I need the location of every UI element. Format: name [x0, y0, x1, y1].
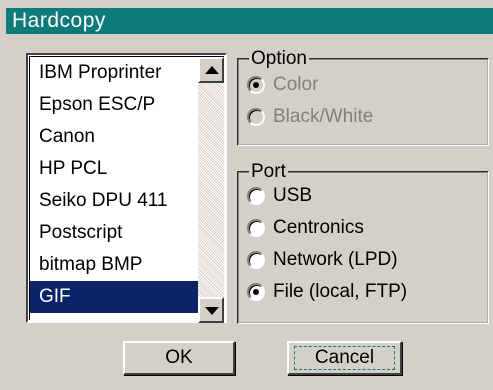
option-group: Option Color Black/White — [237, 48, 489, 146]
radio-color[interactable]: Color — [247, 72, 318, 98]
printer-list: IBM Proprinter Epson ESC/P Canon HP PCL … — [30, 57, 199, 323]
radio-black-white[interactable]: Black/White — [247, 104, 373, 130]
radio-label: Network (LPD) — [273, 249, 398, 270]
cancel-button[interactable]: Cancel — [287, 341, 402, 375]
radio-label: Black/White — [273, 106, 374, 127]
radio-label: Color — [273, 74, 319, 95]
radio-button-icon — [247, 76, 265, 94]
arrow-down-icon — [205, 307, 219, 315]
radio-label: USB — [273, 185, 313, 206]
title-bar: Hardcopy — [6, 8, 493, 34]
ok-button[interactable]: OK — [123, 341, 235, 375]
list-item[interactable]: Seiko DPU 411 — [30, 185, 199, 217]
port-group-label: Port — [249, 161, 288, 183]
list-item[interactable]: HP PCL — [30, 153, 199, 185]
radio-label: File (local, FTP) — [273, 281, 408, 302]
radio-button-icon — [247, 108, 265, 126]
list-item[interactable]: Canon — [30, 121, 199, 153]
list-item-selected[interactable]: GIF — [30, 281, 199, 313]
listbox-frame: IBM Proprinter Epson ESC/P Canon HP PCL … — [29, 56, 224, 323]
radio-file[interactable]: File (local, FTP) — [247, 279, 407, 305]
radio-button-icon — [247, 187, 265, 205]
list-scrollbar[interactable] — [198, 57, 224, 323]
list-item[interactable]: Postscript — [30, 217, 199, 249]
scroll-up-button[interactable] — [198, 57, 224, 83]
printer-listbox[interactable]: IBM Proprinter Epson ESC/P Canon HP PCL … — [26, 53, 227, 323]
radio-button-icon — [247, 251, 265, 269]
radio-network-lpd[interactable]: Network (LPD) — [247, 247, 398, 273]
option-group-label: Option — [249, 48, 309, 70]
radio-button-icon — [247, 283, 265, 301]
cancel-button-label: Cancel — [314, 347, 375, 368]
radio-usb[interactable]: USB — [247, 183, 312, 209]
hardcopy-dialog: Hardcopy IBM Proprinter Epson ESC/P Cano… — [0, 0, 493, 390]
list-item[interactable]: IBM Proprinter — [30, 57, 199, 89]
port-group: Port USB Centronics Network (LPD) File (… — [237, 161, 489, 324]
scroll-down-button[interactable] — [198, 297, 224, 323]
ok-button-label: OK — [165, 347, 193, 368]
radio-centronics[interactable]: Centronics — [247, 215, 364, 241]
arrow-up-icon — [205, 66, 219, 74]
list-item[interactable]: Epson ESC/P — [30, 89, 199, 121]
list-item[interactable]: bitmap BMP — [30, 249, 199, 281]
radio-label: Centronics — [273, 217, 364, 238]
radio-button-icon — [247, 219, 265, 237]
